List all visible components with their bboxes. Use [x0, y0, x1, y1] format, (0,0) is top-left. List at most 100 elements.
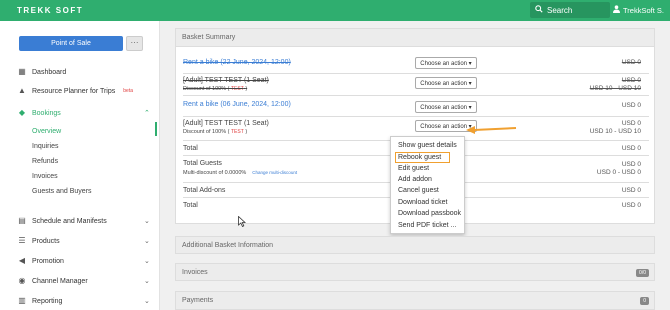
action-dropdown-menu: Show guest details Rebook guest Edit gue…: [390, 136, 465, 234]
basket-row: Rent a bike (22 June, 2024, 12:00) Choos…: [183, 55, 649, 74]
price: USD 0: [621, 120, 641, 127]
guest-label: [Adult] TEST TEST (1 Seat): [183, 77, 269, 84]
sidebar-item-products[interactable]: ☰ Products: [18, 236, 60, 245]
invoices-panel[interactable]: Invoices 0/0: [175, 263, 655, 281]
menu-item-cancel-guest[interactable]: Cancel guest: [398, 187, 439, 194]
annotation-arrow-icon: [466, 126, 517, 134]
globe-icon: ◉: [18, 276, 26, 285]
total-label: Total: [183, 145, 198, 152]
beta-badge: beta: [123, 88, 133, 94]
guests-price: USD 0: [621, 161, 641, 168]
sidebar-item-reporting[interactable]: ▥ Reporting: [18, 297, 62, 305]
mouse-cursor-icon: [238, 216, 246, 227]
more-options-button[interactable]: ···: [126, 36, 143, 51]
sidebar-item-resource-planner[interactable]: ▲ Resource Planner for Trips beta: [18, 87, 133, 95]
menu-item-download-passbook[interactable]: Download passbook: [398, 210, 461, 217]
booking-link[interactable]: Rent a bike (06 June, 2024, 12:00): [183, 101, 291, 108]
change-multi-discount-link[interactable]: Change multi-discount: [252, 170, 297, 175]
calendar-icon: ▤: [18, 216, 26, 225]
sidebar-item-promotion[interactable]: ◀ Promotion: [18, 257, 64, 265]
chevron-down-icon: ⌄: [144, 218, 150, 225]
menu-item-download-ticket[interactable]: Download ticket: [398, 199, 447, 206]
price: USD 0: [621, 102, 641, 109]
invoices-count-badge: 0/0: [636, 269, 649, 277]
discount-text: Discount of 100% ( TEST ): [183, 129, 247, 135]
tag-icon: ◆: [18, 108, 26, 117]
total-price: USD 0: [621, 145, 641, 152]
basket-row: [Adult] TEST TEST (1 Seat) Discount of 1…: [183, 74, 649, 96]
bullhorn-icon: ◀: [18, 256, 26, 265]
basket-row: Rent a bike (06 June, 2024, 12:00) Choos…: [183, 96, 649, 117]
top-bar: TREKK SOFT Search TrekkSoft S.: [0, 0, 670, 21]
menu-item-rebook-guest[interactable]: Rebook guest: [398, 154, 441, 161]
sidebar-item-label: Bookings: [32, 109, 61, 117]
discount-end: ): [245, 86, 248, 92]
discount-label: Discount of 100% (: [183, 86, 230, 92]
menu-item-show-guest-details[interactable]: Show guest details: [398, 142, 457, 149]
total-addons-label: Total Add-ons: [183, 187, 226, 194]
sidebar-subitem-overview[interactable]: Overview: [32, 128, 61, 135]
price-range: USD 10 - USD 10: [589, 85, 641, 92]
final-total-price: USD 0: [621, 202, 641, 209]
choose-action-button[interactable]: Choose an action ▾: [415, 101, 477, 113]
sidebar-subitem-guests-and-buyers[interactable]: Guests and Buyers: [32, 188, 92, 195]
sidebar-item-label: Channel Manager: [32, 277, 88, 285]
search-label: Search: [547, 5, 573, 15]
price: USD 0: [621, 59, 641, 66]
sidebar-item-label: Promotion: [32, 257, 64, 265]
user-menu[interactable]: TrekkSoft S.: [613, 5, 664, 15]
app-logo[interactable]: TREKK SOFT: [17, 6, 83, 15]
sidebar-item-bookings[interactable]: ◆ Bookings: [18, 109, 61, 117]
discount-tag: TEST: [231, 129, 244, 135]
panel-title: Additional Basket Information: [176, 237, 654, 253]
discount-tag: TEST: [231, 86, 244, 92]
sidebar-subitem-invoices[interactable]: Invoices: [32, 173, 58, 180]
panel-title: Invoices: [176, 264, 654, 280]
addons-price: USD 0: [621, 187, 641, 194]
chevron-down-icon: ⌄: [144, 278, 150, 285]
sidebar-subitem-inquiries[interactable]: Inquiries: [32, 143, 58, 150]
discount-label: Discount of 100% (: [183, 129, 230, 135]
booking-link[interactable]: Rent a bike (22 June, 2024, 12:00): [183, 59, 291, 66]
choose-action-button[interactable]: Choose an action ▾: [415, 57, 477, 69]
menu-item-add-addon[interactable]: Add addon: [398, 176, 432, 183]
guest-label: [Adult] TEST TEST (1 Seat): [183, 120, 269, 127]
user-icon: [613, 5, 620, 15]
multi-discount-text: Multi-discount of 0.0000% Change multi-di…: [183, 170, 297, 176]
sidebar-item-channel-manager[interactable]: ◉ Channel Manager: [18, 277, 88, 285]
final-total-label: Total: [183, 202, 198, 209]
list-icon: ☰: [18, 236, 26, 245]
search-button[interactable]: Search: [530, 2, 610, 18]
menu-item-edit-guest[interactable]: Edit guest: [398, 165, 429, 172]
choose-action-button[interactable]: Choose an action ▾: [415, 77, 477, 89]
discount-end: ): [245, 129, 248, 135]
sidebar: Point of Sale ··· ▦ Dashboard ▲ Resource…: [0, 21, 160, 310]
logo-text: TREKK SOFT: [17, 6, 84, 15]
sidebar-item-dashboard[interactable]: ▦ Dashboard: [18, 68, 66, 76]
dashboard-icon: ▦: [18, 67, 26, 76]
total-guests-label: Total Guests: [183, 160, 222, 167]
sidebar-item-label: Schedule and Manifests: [32, 217, 107, 225]
chevron-down-icon: ⌄: [144, 238, 150, 245]
active-indicator: [155, 122, 157, 136]
sidebar-item-label: Resource Planner for Trips: [32, 87, 116, 95]
payments-panel[interactable]: Payments 0: [175, 291, 655, 310]
guests-price-range: USD 0 - USD 0: [596, 169, 641, 176]
sidebar-item-label: Reporting: [32, 297, 63, 305]
user-name: TrekkSoft S.: [623, 5, 664, 15]
additional-info-panel[interactable]: Additional Basket Information: [175, 236, 655, 254]
discount-text: Discount of 100% ( TEST ): [183, 86, 247, 92]
sidebar-item-schedule[interactable]: ▤ Schedule and Manifests: [18, 217, 107, 225]
panel-title: Payments: [176, 292, 654, 309]
menu-item-send-pdf-ticket[interactable]: Send PDF ticket ...: [398, 222, 456, 229]
chart-icon: ▥: [18, 296, 26, 305]
point-of-sale-button[interactable]: Point of Sale: [19, 36, 123, 51]
multi-discount-label: Multi-discount of 0.0000%: [183, 170, 247, 176]
sidebar-item-label: Products: [32, 237, 60, 245]
chevron-down-icon: ⌄: [144, 258, 150, 265]
chevron-up-icon: ⌃: [144, 110, 150, 117]
chevron-down-icon: ⌄: [144, 298, 150, 305]
panel-title: Basket Summary: [176, 29, 654, 47]
sidebar-subitem-refunds[interactable]: Refunds: [32, 158, 58, 165]
payments-count-badge: 0: [640, 297, 649, 305]
